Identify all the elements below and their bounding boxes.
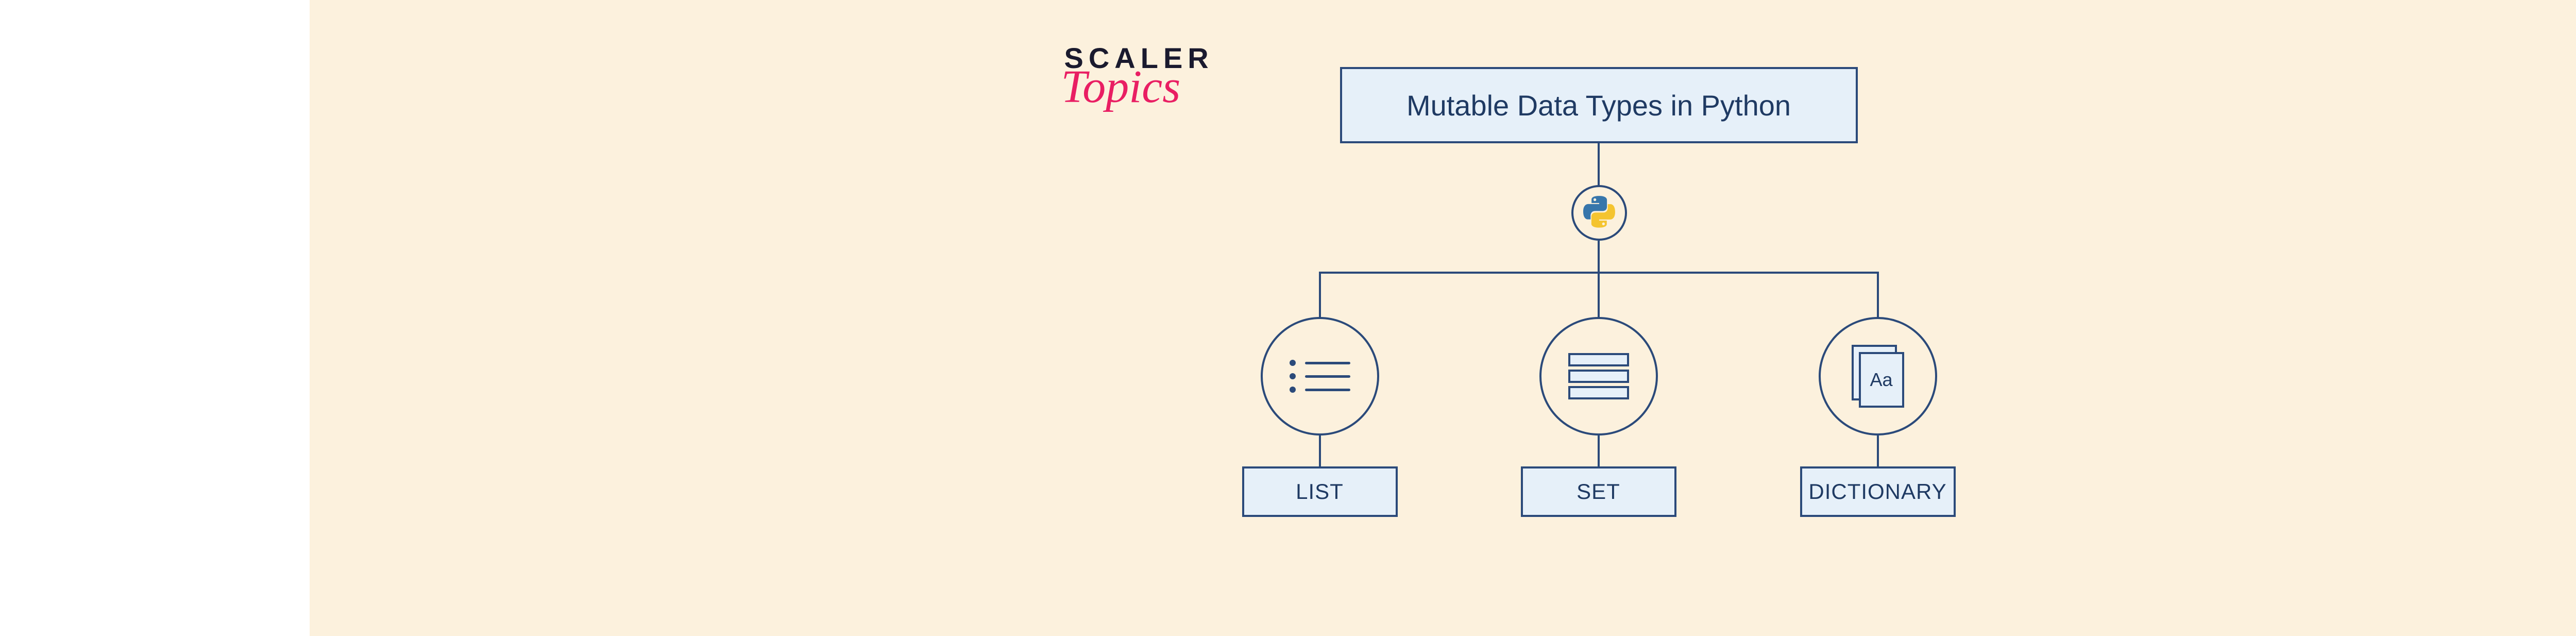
set-icon (1568, 350, 1629, 403)
diagram-title: Mutable Data Types in Python (1406, 89, 1791, 122)
leaf-text: LIST (1296, 479, 1344, 504)
connector-line (1598, 143, 1600, 190)
connector-line (1598, 272, 1600, 318)
connector-line (1319, 272, 1321, 318)
connector-line (1877, 436, 1879, 466)
leaf-label-set: SET (1521, 466, 1676, 517)
python-logo-node (1571, 185, 1627, 241)
leaf-label-list: LIST (1242, 466, 1398, 517)
dictionary-icon: Aa (1852, 345, 1904, 408)
list-icon (1290, 353, 1350, 400)
leaf-label-dictionary: DICTIONARY (1800, 466, 1956, 517)
connector-line (1319, 436, 1321, 466)
set-node (1539, 317, 1658, 436)
python-logo-icon (1583, 196, 1615, 230)
leaf-text: SET (1577, 479, 1620, 504)
connector-line (1877, 272, 1879, 318)
connector-line (1598, 436, 1600, 466)
diagram-title-box: Mutable Data Types in Python (1340, 67, 1858, 143)
leaf-text: DICTIONARY (1808, 479, 1946, 504)
dictionary-node: Aa (1819, 317, 1937, 436)
diagram-container: Mutable Data Types in Python (1268, 67, 1917, 582)
dictionary-glyph: Aa (1859, 352, 1904, 408)
connector-line (1598, 241, 1600, 272)
scaler-topics-logo: SCALER Topics (1064, 41, 1240, 113)
canvas: SCALER Topics Mutable Data Types in Pyth… (310, 0, 2576, 636)
list-node (1261, 317, 1379, 436)
